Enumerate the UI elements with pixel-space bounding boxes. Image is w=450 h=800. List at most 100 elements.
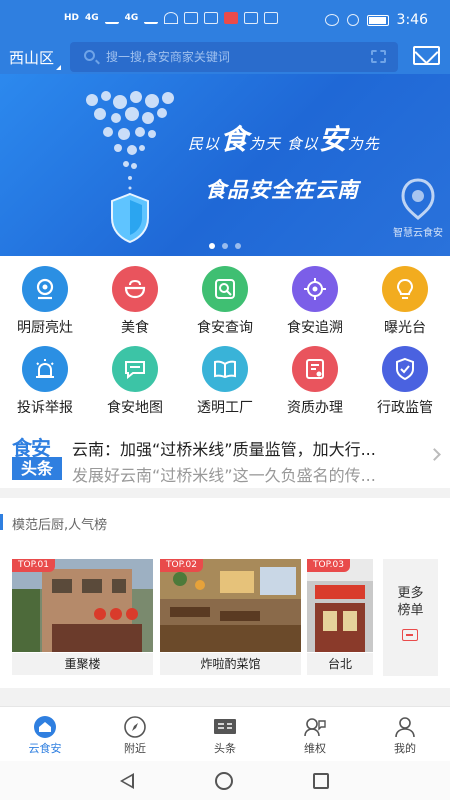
grid-item-kitchen[interactable]: 明厨亮灶	[0, 256, 90, 336]
grid-label: 曝光台	[384, 320, 426, 336]
app-notification-icon-4	[264, 12, 279, 24]
grid-item-complaint[interactable]: 投诉举报	[0, 336, 90, 416]
grid-label: 食安地图	[107, 400, 163, 416]
target-icon	[304, 278, 326, 300]
lightbulb-icon	[396, 278, 414, 299]
status-left: HD 4G 4G	[64, 12, 279, 24]
restaurant-name: 炸啦酌菜馆	[160, 653, 301, 675]
grid-icon-circle	[112, 346, 158, 392]
slogan-part: 民以	[188, 135, 221, 153]
hd-indicator: HD	[64, 13, 80, 23]
banner-slogan-2: 食品安全在云南	[205, 178, 359, 202]
rank-tag: TOP.03	[307, 559, 350, 572]
alarm-icon	[36, 359, 54, 378]
tab-label: 我的	[394, 742, 416, 755]
bowl-icon	[124, 279, 146, 299]
grid-item-food[interactable]: 美食	[90, 256, 180, 336]
recent-apps-icon[interactable]	[313, 773, 329, 789]
tab-label: 头条	[214, 742, 236, 755]
grid-label: 投诉举报	[17, 400, 73, 416]
tab-mine[interactable]: 我的	[360, 707, 450, 762]
slogan-part: 为天 食以	[249, 135, 319, 153]
grid-item-license[interactable]: 资质办理	[270, 336, 360, 416]
app-notification-icon-2	[204, 12, 219, 24]
app-notification-icon	[184, 12, 199, 24]
brand-logo-icon	[401, 178, 435, 220]
chevron-right-icon[interactable]	[428, 448, 441, 461]
home-button-icon[interactable]	[215, 772, 233, 790]
wifi-icon	[164, 12, 179, 24]
brand-logo-text: 智慧云食安	[393, 228, 443, 239]
tab-headlines[interactable]: 头条	[180, 707, 270, 762]
status-bar: HD 4G 4G 3:46	[0, 0, 450, 40]
grid-item-exposure[interactable]: 曝光台	[360, 256, 450, 336]
clock: 3:46	[396, 12, 428, 28]
signal-icon-2	[144, 12, 159, 24]
restaurant-photo	[160, 559, 301, 652]
scan-icon[interactable]	[371, 50, 386, 63]
list-icon	[402, 629, 418, 641]
grid-item-trace[interactable]: 食安追溯	[270, 256, 360, 336]
home-icon	[34, 716, 56, 738]
grid-icon-circle	[22, 266, 68, 312]
search-bar[interactable]	[70, 42, 398, 72]
pagination-dot[interactable]	[222, 243, 228, 249]
signal-icon	[104, 12, 119, 24]
network-type-2: 4G	[124, 13, 139, 23]
grid-label: 行政监管	[377, 400, 433, 416]
status-right: 3:46	[324, 12, 428, 28]
ranking-card[interactable]: TOP.02 炸啦酌菜馆	[160, 559, 301, 676]
certificate-icon	[306, 359, 324, 379]
grid-icon-circle	[382, 346, 428, 392]
user-icon	[395, 717, 415, 738]
pagination-dot[interactable]	[209, 243, 215, 249]
search-input[interactable]	[106, 42, 356, 72]
top-header: 西山区	[0, 40, 450, 74]
rank-tag: TOP.01	[12, 559, 55, 572]
headline-icon	[214, 719, 236, 734]
grid-icon-circle	[112, 266, 158, 312]
tab-label: 附近	[124, 742, 146, 755]
alarm-clock-icon	[346, 14, 359, 26]
support-icon	[304, 718, 326, 737]
restaurant-photo	[12, 559, 153, 652]
grid-item-query[interactable]: 食安查询	[180, 256, 270, 336]
pagination-dot[interactable]	[235, 243, 241, 249]
news-headline[interactable]: 食安 头条 云南：加强“过桥米线”质量监管，加大行... 发展好云南“过桥米线”…	[0, 424, 450, 488]
back-icon[interactable]	[120, 773, 134, 789]
tab-rights[interactable]: 维权	[270, 707, 360, 762]
grid-item-factory[interactable]: 透明工厂	[180, 336, 270, 416]
camera-icon	[36, 278, 54, 300]
search-icon	[215, 279, 235, 299]
grid-item-map[interactable]: 食安地图	[90, 336, 180, 416]
section-title: 模范后厨,人气榜	[12, 518, 108, 533]
ranking-card[interactable]: TOP.01 重聚楼	[12, 559, 153, 676]
headline-logo-bottom: 头条	[12, 457, 62, 480]
eye-icon	[324, 14, 339, 26]
banner-slogan-1: 民以食为天 食以安为先	[188, 118, 380, 158]
grid-label: 美食	[121, 320, 149, 336]
system-navigation-bar	[0, 761, 450, 800]
section-accent-bar	[0, 514, 3, 530]
promo-banner[interactable]: 民以食为天 食以安为先 食品安全在云南 智慧云食安	[0, 74, 450, 256]
shield-check-icon	[396, 357, 414, 381]
ranking-section: 模范后厨,人气榜 TOP.01 重聚楼 TOP.02 炸啦酌菜馆 TOP.03 …	[0, 498, 450, 688]
tab-nearby[interactable]: 附近	[90, 707, 180, 762]
ranking-card[interactable]: TOP.03 台北	[307, 559, 373, 676]
grid-icon-circle	[292, 346, 338, 392]
tab-home[interactable]: 云食安	[0, 707, 90, 762]
grid-icon-circle	[22, 346, 68, 392]
district-selector[interactable]: 西山区	[9, 47, 54, 68]
restaurant-photo	[307, 559, 373, 652]
grid-item-supervision[interactable]: 行政监管	[360, 336, 450, 416]
slogan-emphasis: 安	[318, 123, 348, 156]
mail-icon[interactable]	[413, 46, 440, 65]
banner-pagination	[209, 243, 241, 249]
grid-label: 透明工厂	[197, 400, 253, 416]
headline-subtitle[interactable]: 发展好云南“过桥米线”这一久负盛名的传...	[72, 462, 422, 486]
headline-title[interactable]: 云南：加强“过桥米线”质量监管，加大行...	[72, 436, 422, 460]
book-icon	[214, 360, 236, 379]
grid-label: 食安追溯	[287, 320, 343, 336]
grid-label: 明厨亮灶	[17, 320, 73, 336]
more-rankings-button[interactable]: 更多 榜单	[383, 559, 438, 676]
